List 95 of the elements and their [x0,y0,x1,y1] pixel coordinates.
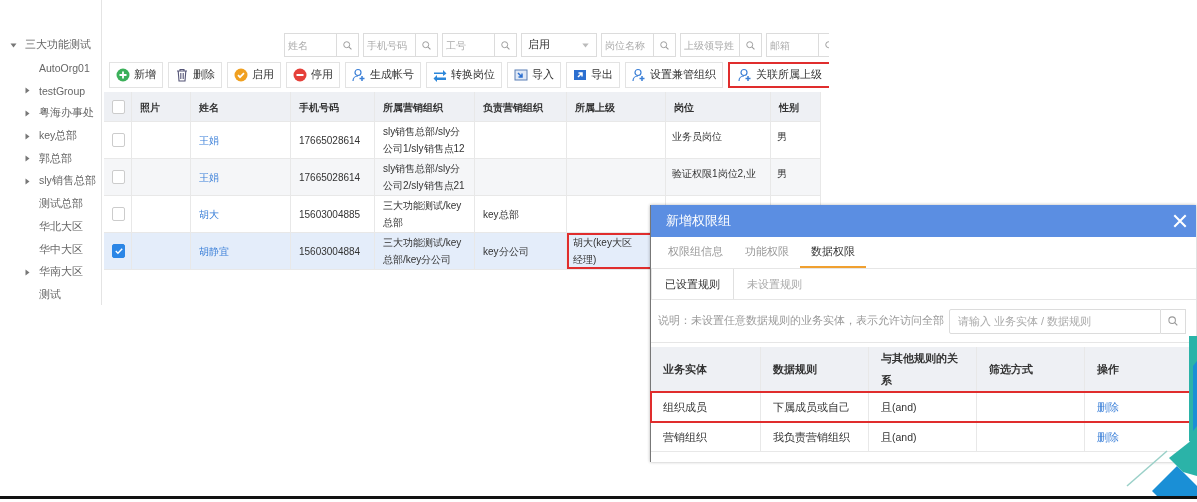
tree-item[interactable]: sly销售总部 [39,174,96,189]
check-circle-icon [234,68,248,82]
person-name-link[interactable]: 胡大 [199,205,219,223]
close-icon [1172,213,1188,229]
search-button[interactable] [337,33,359,57]
toolbar-button[interactable]: 启用 [227,62,281,88]
toolbar-button[interactable]: 关联所属上级 [728,62,829,88]
column-header: 手机号码 [299,100,339,115]
checkbox[interactable] [112,207,125,221]
tree-item[interactable]: key总部 [39,129,78,144]
toolbar-button[interactable]: 转换岗位 [426,62,502,88]
delete-link[interactable]: 删除 [1097,395,1119,418]
search-button[interactable] [1161,308,1186,334]
tree-item[interactable]: 三大功能测试 [25,38,91,53]
tree-item[interactable]: 华中大区 [39,242,83,257]
trash-icon [175,68,189,82]
search-field[interactable]: 岗位名称 [601,33,654,57]
swap-arrows-icon [433,68,447,82]
checkbox[interactable] [112,100,125,114]
toolbar-button[interactable]: 删除 [168,62,222,88]
column-header: 数据规则 [773,362,817,377]
table-cell-text: 验证权限1岗位2,业 [672,167,756,181]
minus-circle-icon [293,68,307,82]
table-cell-text: 三大功能测试/key总部 [383,199,463,230]
plus-circle-icon [116,68,130,82]
column-header: 业务实体 [663,362,707,377]
dialog-title: 新增权限组 [666,212,731,230]
table-cell-text: 三大功能测试/key总部/key分公司 [383,236,463,267]
user-plus-icon [738,68,752,82]
column-header: 岗位 [674,100,694,115]
table-cell-text: key总部 [483,207,519,222]
search-button[interactable] [740,33,762,57]
toolbar-button[interactable]: 新增 [109,62,163,88]
note-text: 说明：未设置任意数据规则的业务实体，表示允许访问全部 [658,314,944,328]
column-header: 操作 [1097,362,1119,377]
check-icon [113,246,124,256]
search-field[interactable]: 上级领导姓 [680,33,740,57]
user-plus-icon [352,68,366,82]
table-cell-text: key分公司 [483,244,529,259]
table-cell-text: 男 [777,130,787,144]
column-header: 姓名 [199,100,219,115]
toolbar-button[interactable]: 导出 [566,62,620,88]
table-cell-text: 15603004884 [299,244,361,259]
export-icon [573,68,587,82]
table-cell-text: 且(and) [881,429,917,445]
search-field[interactable]: 邮箱 [766,33,819,57]
search-field[interactable]: 工号 [442,33,495,57]
tree-item[interactable]: 华北大区 [39,219,83,234]
user-plus-icon [632,68,646,82]
table-cell-text: sly销售总部/sly分公司2/sly销售点21 [383,162,466,193]
search-button[interactable] [416,33,438,57]
toolbar-button[interactable]: 设置兼管组织 [625,62,723,88]
person-name-link[interactable]: 王娟 [199,168,219,186]
table-cell-text: 男 [777,167,787,181]
search-button[interactable] [654,33,676,57]
sub-tab[interactable]: 已设置规则 [651,269,734,299]
column-header: 性别 [779,100,799,115]
column-header: 所属营销组织 [383,100,443,115]
column-header: 负责营销组织 [483,100,543,115]
toolbar-button[interactable]: 导入 [507,62,561,88]
import-icon [514,68,528,82]
table-cell-text: 17665028614 [299,170,361,185]
tree-item[interactable]: AutoOrg01 [39,62,90,75]
tree-item[interactable]: 华南大区 [39,265,83,280]
column-header: 与其他规则的关系 [881,351,959,388]
table-cell-text: 组织成员 [663,399,707,415]
toolbar-button[interactable]: 停用 [286,62,340,88]
table-cell-text: 15603004885 [299,207,361,222]
column-header: 所属上级 [575,100,615,115]
close-button[interactable] [1172,213,1188,229]
tree-item[interactable]: 测试 [39,287,61,302]
tree-item[interactable]: 粤海办事处 [39,106,94,121]
checkbox[interactable] [112,244,125,258]
person-name-link[interactable]: 王娟 [199,131,219,149]
checkbox[interactable] [112,170,125,184]
table-cell-text: 下属成员或自己 [773,399,850,415]
tree-item[interactable]: 测试总部 [39,197,83,212]
delete-link[interactable]: 删除 [1097,425,1119,448]
search-field[interactable]: 姓名 [284,33,337,57]
status-dropdown[interactable]: 启用 [521,33,597,57]
table-cell-text: 业务员岗位 [672,130,722,144]
search-field[interactable]: 手机号码 [363,33,416,57]
checkbox[interactable] [112,133,125,147]
table-cell-text: 营销组织 [663,429,707,445]
person-name-link[interactable]: 胡静宜 [199,242,229,260]
tree-item[interactable]: 郭总部 [39,151,72,166]
search-field[interactable]: 请输入 业务实体 / 数据规则 [949,308,1161,334]
toolbar-button[interactable]: 生成帐号 [345,62,421,88]
table-cell-text: 我负责营销组织 [773,429,850,445]
tree-item[interactable]: testGroup [39,84,86,97]
table-cell-text: 17665028614 [299,133,361,148]
search-button[interactable] [495,33,517,57]
column-header: 筛选方式 [989,362,1033,377]
column-header: 照片 [140,100,160,115]
table-cell-text: 且(and) [881,399,917,415]
